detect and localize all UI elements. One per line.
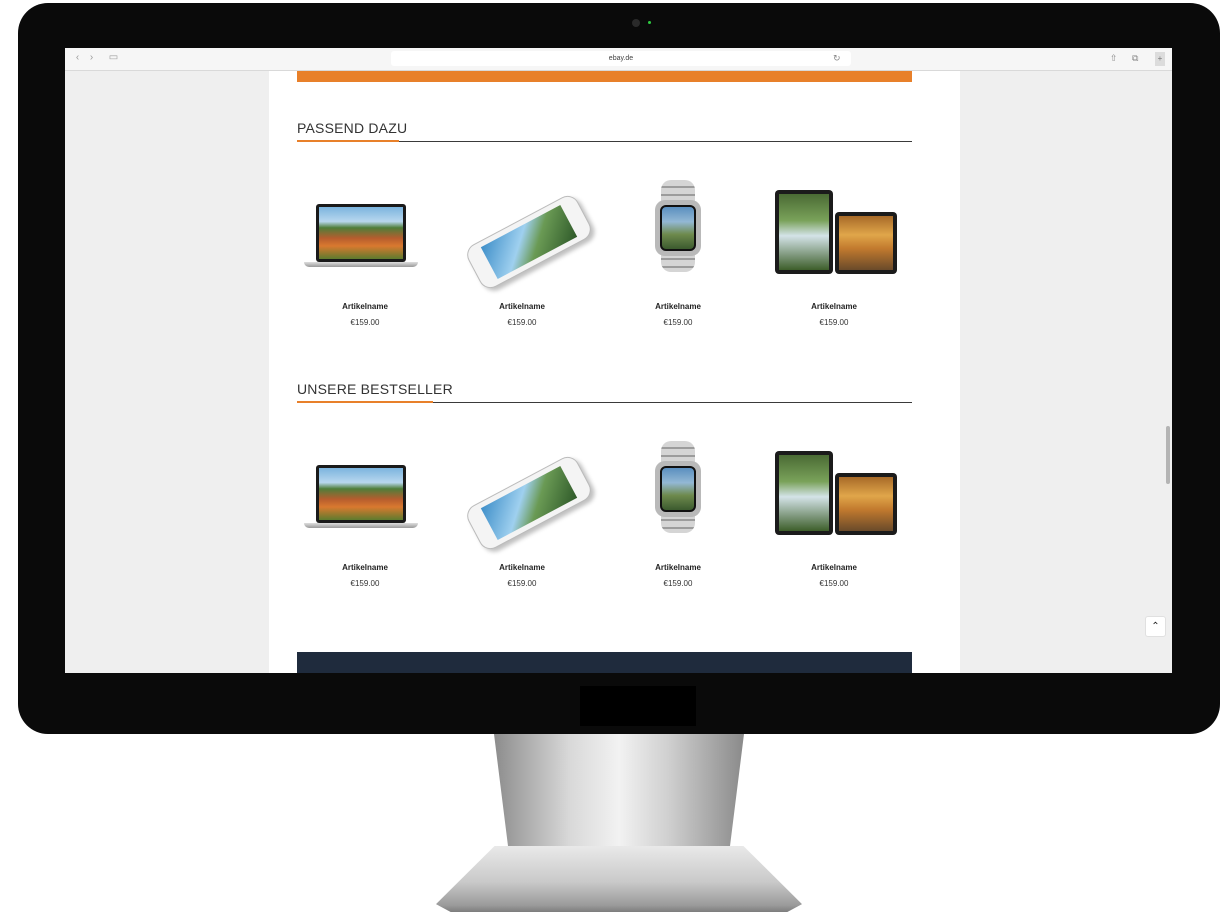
product-price: €159.00 [819,318,849,327]
phone-body [462,452,596,554]
tablet-small-display [839,216,893,270]
product-card[interactable]: Artikelname €159.00 [613,439,743,588]
share-icon[interactable]: ⇧ [1110,52,1118,64]
apple-watch-image[interactable] [613,178,743,288]
laptop-base [304,523,418,528]
iphone-image[interactable] [457,178,596,293]
back-to-top-button[interactable]: ⌃ [1145,616,1166,637]
laptop-screen [316,465,406,523]
back-button[interactable]: ‹ [71,52,84,64]
tablet-large [775,190,833,274]
phone-display [480,465,578,541]
laptop-display [319,207,403,259]
product-name[interactable]: Artikelname [457,563,587,572]
product-name[interactable]: Artikelname [300,302,430,311]
product-price: €159.00 [819,579,849,588]
product-name[interactable]: Artikelname [769,302,899,311]
ipad-image[interactable] [769,439,899,549]
product-card[interactable]: Artikelname €159.00 [613,178,743,327]
monitor-chin-logo [580,686,696,726]
monitor-stand-neck [494,734,744,854]
monitor-stand-base [436,846,802,912]
product-name[interactable]: Artikelname [457,302,587,311]
watch-display [660,466,696,512]
address-bar[interactable]: ebay.de [391,51,851,66]
watch-display [660,205,696,251]
tablet-small [835,473,897,535]
watch-case [655,200,701,256]
new-tab-button[interactable]: + [1155,52,1165,66]
product-price: €159.00 [663,579,693,588]
scrollbar-thumb[interactable] [1166,426,1170,484]
orange-banner-bar [297,71,912,82]
product-card[interactable]: Artikelname €159.00 [457,439,596,588]
tablet-large-display [779,194,829,270]
browser-screen: ‹ › ▭ ebay.de ↻ ⇧ ⧉ + PASSEND DAZU Artik… [65,48,1172,673]
product-price: €159.00 [663,318,693,327]
product-name[interactable]: Artikelname [613,302,743,311]
ipad-image[interactable] [769,178,899,288]
laptop-display [319,468,403,520]
section-title-unsere-bestseller: UNSERE BESTSELLER [297,381,453,397]
browser-toolbar: ‹ › ▭ ebay.de ↻ ⇧ ⧉ + [65,48,1172,71]
tablet-small-display [839,477,893,531]
phone-body [462,191,596,293]
apple-watch-image[interactable] [613,439,743,549]
product-name[interactable]: Artikelname [613,563,743,572]
footer-bar [297,652,912,673]
product-price: €159.00 [507,318,537,327]
section-accent-underline [297,140,399,142]
macbook-image[interactable] [300,178,430,288]
phone-display [480,204,578,280]
macbook-image[interactable] [300,439,430,549]
address-bar-url: ebay.de [608,55,634,62]
iphone-image[interactable] [457,439,596,554]
tablet-small [835,212,897,274]
sidebar-toggle-icon[interactable]: ▭ [107,52,120,64]
product-card[interactable]: Artikelname €159.00 [300,439,430,588]
tablet-large-display [779,455,829,531]
reload-icon[interactable]: ↻ [833,52,841,64]
product-price: €159.00 [507,579,537,588]
product-card[interactable]: Artikelname €159.00 [457,178,596,327]
product-name[interactable]: Artikelname [769,563,899,572]
tabs-overview-icon[interactable]: ⧉ [1132,52,1138,64]
section-accent-underline [297,401,433,403]
product-card[interactable]: Artikelname €159.00 [300,178,430,327]
section-title-passend-dazu: PASSEND DAZU [297,120,408,136]
product-card[interactable]: Artikelname €159.00 [769,439,899,588]
shop-content: PASSEND DAZU Artikelname €159.00 Artikel… [269,71,960,673]
camera-icon [632,19,640,27]
watch-case [655,461,701,517]
product-price: €159.00 [350,318,380,327]
camera-indicator-light [648,21,651,24]
product-card[interactable]: Artikelname €159.00 [769,178,899,327]
product-name[interactable]: Artikelname [300,563,430,572]
tablet-large [775,451,833,535]
laptop-base [304,262,418,267]
product-price: €159.00 [350,579,380,588]
forward-button[interactable]: › [85,52,98,64]
laptop-screen [316,204,406,262]
